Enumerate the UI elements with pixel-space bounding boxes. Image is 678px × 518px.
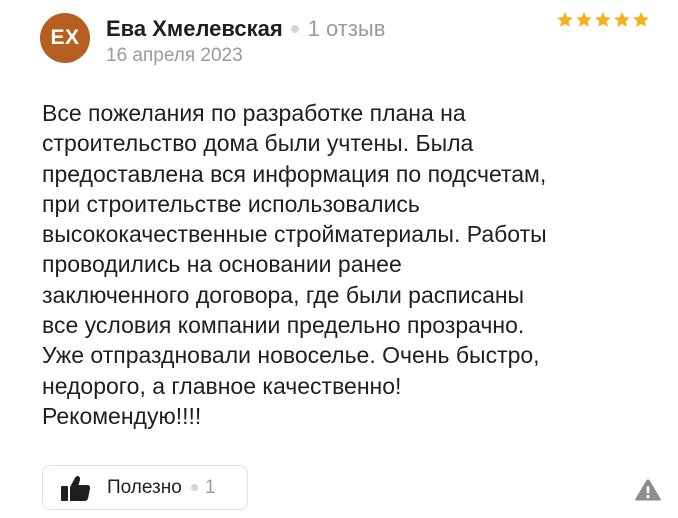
helpful-count: 1 [204,476,216,498]
author-name[interactable]: Ева Хмелевская [106,16,283,42]
review-text-line: все условия компании предельно прозрачно… [42,312,525,339]
review-text-line: проводились на основании ранее [42,251,402,278]
star-icon [557,12,573,27]
review-text-line: строительство дома были учтены. Была [42,130,474,157]
author-review-count[interactable]: 1 отзыв [308,16,386,42]
star-icon [633,12,649,27]
review-text-line: Рекомендую!!!! [42,402,202,429]
thumbs-up-icon [61,475,91,501]
review-text-line: предоставлена вся информация по подсчета… [42,160,547,187]
review-text-line: при строительстве использовались [42,190,420,217]
review-card: ЕХ Ева Хмелевская 1 отзыв 16 апреля 2023… [0,0,678,518]
review-text-line: Все пожелания по разработке плана на [42,100,466,126]
star-icon [595,12,611,27]
star-icon [576,12,592,27]
separator-dot [290,25,299,33]
review-text-line: Уже отпраздновали новоселье. Очень быстр… [42,342,540,369]
star-icon [614,12,630,27]
review-date: 16 апреля 2023 [106,45,243,66]
avatar-initials: ЕХ [50,26,80,49]
helpful-label: Полезно [107,476,182,498]
avatar[interactable]: ЕХ [40,13,90,63]
review-text-line: недорого, а главное качественно! [42,372,402,399]
separator-dot [190,484,198,491]
review-text-line: заключенного договора, где были расписан… [42,281,525,308]
rating-stars [556,11,650,29]
review-text: Все пожелания по разработке плана на стро… [42,98,652,431]
review-text-line: высококачественные стройматериалы. Работ… [42,221,547,248]
helpful-button[interactable]: Полезно 1 [42,465,248,510]
warning-icon[interactable] [634,478,662,502]
author-line: Ева Хмелевская 1 отзыв [106,14,385,44]
